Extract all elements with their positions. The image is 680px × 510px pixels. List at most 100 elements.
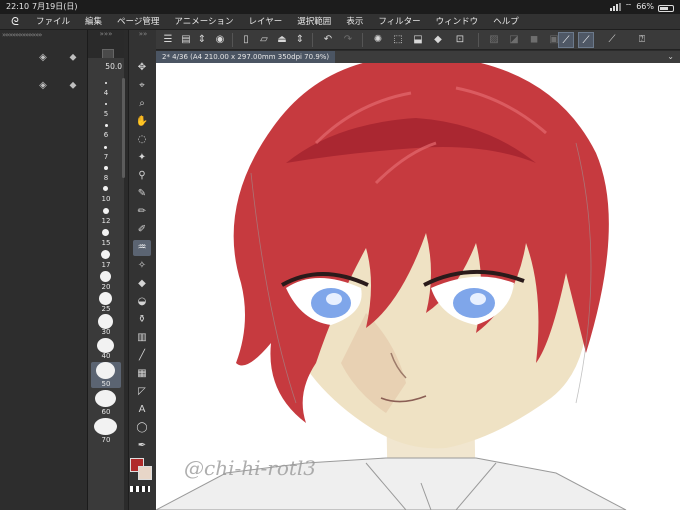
fill-icon[interactable]: ◒ xyxy=(133,294,151,310)
drop-color-icon[interactable]: ⬥ xyxy=(66,51,80,65)
snap-ruler-icon[interactable]: ⟋ xyxy=(558,32,574,48)
menu-items: ファイル 編集 ページ管理 アニメーション レイヤー 選択範囲 表示 フィルター… xyxy=(36,14,519,30)
brush-size-10[interactable]: 10 xyxy=(91,181,121,203)
loading-icon[interactable]: ✺ xyxy=(370,32,386,48)
color-fill-icon[interactable]: ◆ xyxy=(430,32,446,48)
move-icon[interactable]: ✥ xyxy=(133,60,151,76)
command-bar: ☰ ▤ ⇕ ◉ ▯ ▱ ⏏ ⇕ ↶ ↷ ✺ ⬚ ⬓ ◆ ⊡ ▨ ◪ ◼ ▣ ⟋ … xyxy=(156,30,680,50)
selection-layer-icon[interactable]: ◼ xyxy=(526,32,542,48)
deselect-icon[interactable]: ▨ xyxy=(486,32,502,48)
drawer-icon[interactable]: ▤ xyxy=(178,32,194,48)
updown2-icon[interactable]: ⇕ xyxy=(292,32,308,48)
brush-size-20[interactable]: 20 xyxy=(91,269,121,291)
tab-menu-chevron-icon[interactable]: ⌄ xyxy=(667,51,674,63)
pencil-icon[interactable]: ✏ xyxy=(133,204,151,220)
panel-collapse-icon[interactable]: »» xyxy=(129,30,157,39)
panel-collapse-icon[interactable]: »»»»»»»»»»»» xyxy=(2,31,42,39)
redo-icon[interactable]: ↷ xyxy=(340,32,356,48)
frame-icon[interactable]: ▦ xyxy=(133,366,151,382)
status-bar: 22:10 7月19日(日) ⌔ 66% xyxy=(0,0,680,14)
sparkle-icon[interactable]: ✧ xyxy=(133,258,151,274)
menu-list-icon[interactable]: ☰ xyxy=(160,32,176,48)
zoom-icon[interactable]: ⌕ xyxy=(133,96,151,112)
ruler-icon[interactable]: ◸ xyxy=(133,384,151,400)
clear-icon[interactable]: ⬚ xyxy=(390,32,406,48)
lasso-icon[interactable]: ◌ xyxy=(133,132,151,148)
correction-icon[interactable]: ✒ xyxy=(133,438,151,454)
pen-icon[interactable]: ✎ xyxy=(133,186,151,202)
brush-size-60[interactable]: 60 xyxy=(91,390,121,416)
updown-icon[interactable]: ⇕ xyxy=(194,32,210,48)
open-folder-icon[interactable]: ▱ xyxy=(256,32,272,48)
brush-size-25[interactable]: 25 xyxy=(91,291,121,313)
brush-size-label: 15 xyxy=(101,239,111,247)
layer-settings-icon[interactable]: ◈ xyxy=(36,79,50,93)
save-icon[interactable]: ⏏ xyxy=(274,32,290,48)
brush-size-30[interactable]: 30 xyxy=(91,314,121,336)
fill-area-icon[interactable]: ⬓ xyxy=(410,32,426,48)
transform-icon[interactable]: ⊡ xyxy=(452,32,468,48)
menu-view[interactable]: 表示 xyxy=(346,14,363,30)
brush-size-8[interactable]: 8 xyxy=(91,160,121,182)
brush-size-label: 60 xyxy=(101,408,111,416)
menu-edit[interactable]: 編集 xyxy=(85,14,102,30)
status-date: 7月19日(日) xyxy=(32,2,78,11)
menu-page[interactable]: ページ管理 xyxy=(117,14,159,30)
menu-window[interactable]: ウィンドウ xyxy=(436,14,479,30)
wifi-icon: ⌔ xyxy=(624,2,633,11)
balloon-icon[interactable]: ◯ xyxy=(133,420,151,436)
drawing-canvas[interactable]: @chi-hi-rotl3 xyxy=(156,63,680,510)
gradient-icon[interactable]: ▥ xyxy=(133,330,151,346)
decorate-icon[interactable]: ⚱ xyxy=(133,312,151,328)
menu-help[interactable]: ヘルプ xyxy=(493,14,519,30)
line-icon[interactable]: ╱ xyxy=(133,348,151,364)
menu-animation[interactable]: アニメーション xyxy=(174,14,233,30)
status-time: 22:10 xyxy=(6,2,30,11)
clip-studio-window: 22:10 7月19日(日) ⌔ 66% ᘓ ファイル 編集 ページ管理 アニメ… xyxy=(0,0,680,510)
sub-color-swatch[interactable] xyxy=(138,466,152,480)
hand-icon[interactable]: ✋ xyxy=(133,114,151,130)
sync-icon[interactable]: ◉ xyxy=(212,32,228,48)
brush-size-50[interactable]: 50 xyxy=(91,362,121,388)
new-file-icon[interactable]: ▯ xyxy=(238,32,254,48)
auto-select-icon[interactable]: ✦ xyxy=(133,150,151,166)
menu-selection[interactable]: 選択範囲 xyxy=(297,14,331,30)
battery-percent: 66% xyxy=(636,2,654,11)
eraser-icon[interactable]: ◆ xyxy=(133,276,151,292)
blend-icon[interactable]: ♒ xyxy=(133,240,151,256)
menu-file[interactable]: ファイル xyxy=(36,14,70,30)
snap-grid-icon[interactable]: ⟋ xyxy=(604,32,620,48)
panel-collapse-icon[interactable]: »»» xyxy=(88,30,124,39)
brush-size-label: 30 xyxy=(101,328,111,336)
invert-selection-icon[interactable]: ◪ xyxy=(506,32,522,48)
brush-size-label: 6 xyxy=(103,131,109,139)
brush-size-label: 40 xyxy=(101,352,111,360)
document-tab[interactable]: 2* 4/36 (A4 210.00 x 297.00mm 350dpi 70.… xyxy=(156,51,336,63)
menu-layer[interactable]: レイヤー xyxy=(249,14,283,30)
drop-settings-icon[interactable]: ⬥ xyxy=(66,79,80,93)
brush-size-value[interactable]: 50.0 xyxy=(100,61,122,72)
brush-size-70[interactable]: 70 xyxy=(91,418,121,444)
brush-size-5[interactable]: 5 xyxy=(91,96,121,118)
brush-size-40[interactable]: 40 xyxy=(91,338,121,360)
transparent-color-swatch[interactable] xyxy=(130,486,150,492)
brush-size-7[interactable]: 7 xyxy=(91,139,121,161)
menu-filter[interactable]: フィルター xyxy=(378,14,420,30)
eyedropper-icon[interactable]: ⚲ xyxy=(133,168,151,184)
brush-size-15[interactable]: 15 xyxy=(91,225,121,247)
brush-size-6[interactable]: 6 xyxy=(91,117,121,139)
clip-studio-logo-icon[interactable]: ᘓ xyxy=(8,15,22,29)
brush-size-12[interactable]: 12 xyxy=(91,203,121,225)
brush-size-17[interactable]: 17 xyxy=(91,247,121,269)
character-illustration xyxy=(156,63,627,510)
undo-icon[interactable]: ↶ xyxy=(320,32,336,48)
help-icon[interactable]: ⍰ xyxy=(634,32,650,48)
brush-size-4[interactable]: 4 xyxy=(91,75,121,97)
snap-special-ruler-icon[interactable]: ⟋ xyxy=(578,32,594,48)
layer-stack-icon[interactable]: ◈ xyxy=(36,51,50,65)
text-icon[interactable]: A xyxy=(133,402,151,418)
brush-size-label: 50 xyxy=(101,380,111,388)
marker-icon[interactable]: ✐ xyxy=(133,222,151,238)
object-select-icon[interactable]: ⌖ xyxy=(133,78,151,94)
brush-size-scrollbar[interactable] xyxy=(122,78,125,178)
